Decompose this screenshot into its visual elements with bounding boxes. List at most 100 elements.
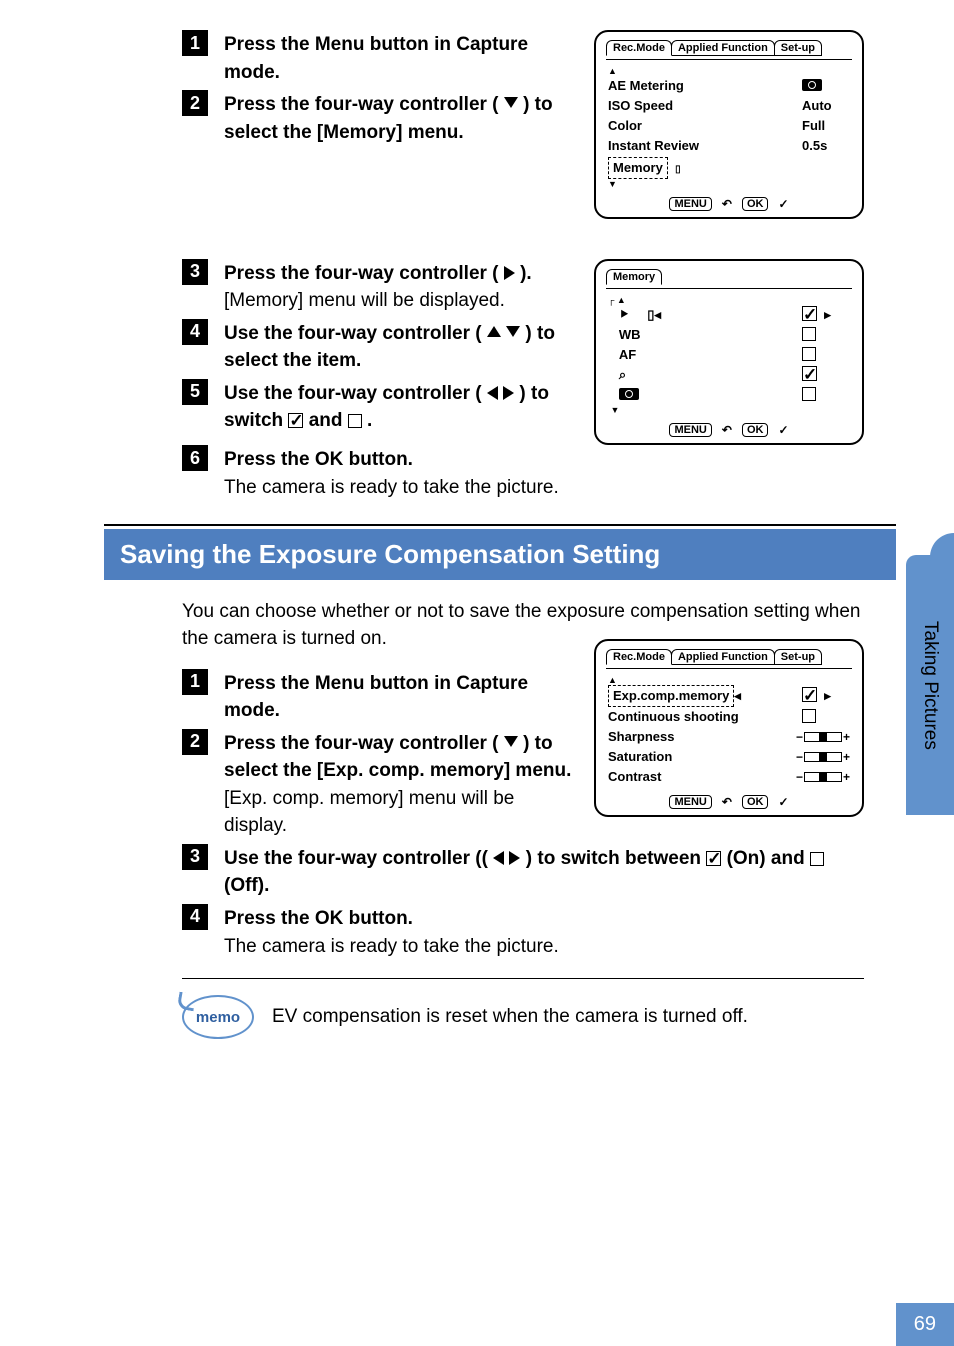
step-6: 6 Press the OK button. The camera is rea…: [182, 445, 864, 501]
check-icon: ✓: [778, 423, 788, 437]
empty-box-icon: [810, 852, 824, 866]
step-2: 2 Press the four-way controller ( ) to s…: [182, 90, 574, 146]
step-number: 4: [182, 904, 208, 930]
section-heading: Saving the Exposure Compensation Setting: [104, 524, 896, 580]
menu-button-label: MENU: [669, 795, 711, 809]
check-icon: ✓: [778, 795, 788, 809]
menu-row: AE Metering: [608, 76, 850, 96]
menu-row: ColorFull: [608, 116, 850, 136]
step-4: 4 Use the four-way controller ( ) to sel…: [182, 319, 574, 375]
checked-box-icon: [802, 306, 817, 321]
slider: −+: [796, 728, 850, 747]
step-instruction: Use the four-way controller (( ) to swit…: [224, 848, 824, 897]
left-triangle-icon: [487, 386, 498, 400]
menu-button-label: MENU: [669, 423, 711, 437]
step-instruction: Press the OK button.: [224, 449, 413, 470]
menu-row: Instant Review0.5s: [608, 136, 850, 156]
menu-row-selected: Memory ▯: [608, 157, 850, 179]
checked-box-icon: [802, 366, 817, 381]
menu-row-selected: Exp.comp.memory◂ ▸: [608, 685, 850, 707]
tab-applied-function: Applied Function: [671, 649, 775, 665]
menu-row: Saturation−+: [608, 747, 850, 767]
tab-set-up: Set-up: [774, 40, 822, 56]
step-body: [Memory] menu will be displayed.: [224, 287, 574, 315]
ok-button-label: OK: [742, 423, 769, 437]
metering-icon: [802, 79, 822, 91]
side-tab: Taking Pictures: [906, 555, 954, 805]
slider: −+: [796, 748, 850, 767]
ok-button-label: OK: [742, 197, 769, 211]
checked-box-icon: [802, 687, 817, 702]
step-number: 5: [182, 379, 208, 405]
tab-rec-mode: Rec.Mode: [606, 40, 672, 56]
back-icon: ↶: [722, 423, 732, 437]
checked-box-icon: [288, 413, 303, 428]
empty-box-icon: [802, 709, 816, 723]
empty-box-icon: [348, 414, 362, 428]
menu-button-label: MENU: [669, 197, 711, 211]
step-number: 4: [182, 319, 208, 345]
step-number: 6: [182, 445, 208, 471]
back-icon: ↶: [722, 795, 732, 809]
ok-button-label: OK: [742, 795, 769, 809]
empty-box-icon: [802, 327, 816, 341]
step-1: 1 Press the Menu button in Capture mode.: [182, 30, 574, 86]
step-number: 1: [182, 30, 208, 56]
menu-row: Continuous shooting: [608, 707, 850, 727]
step-body: The camera is ready to take the picture.: [224, 474, 864, 502]
down-triangle-icon: [504, 97, 518, 108]
step-number: 3: [182, 844, 208, 870]
metering-icon: [619, 388, 639, 400]
tab-set-up: Set-up: [774, 649, 822, 665]
step-b1: 1 Press the Menu button in Capture mode.: [182, 669, 574, 725]
step-instruction: Press the four-way controller ( ) to sel…: [224, 733, 571, 782]
memo-text: EV compensation is reset when the camera…: [272, 1003, 748, 1031]
step-5: 5 Use the four-way controller ( ) to swi…: [182, 379, 574, 435]
step-instruction: Press the Menu button in Capture mode.: [224, 673, 528, 722]
empty-box-icon: [802, 347, 816, 361]
step-body: The camera is ready to take the picture.: [224, 933, 864, 961]
step-number: 1: [182, 669, 208, 695]
scroll-up-icon: [608, 675, 617, 685]
tab-memory: Memory: [606, 269, 662, 285]
memo-badge: memo: [182, 995, 254, 1039]
lcd-screen-rec-mode: Rec.Mode Applied Function Set-up AE Mete…: [594, 30, 864, 219]
step-number: 3: [182, 259, 208, 285]
step-3: 3 Press the four-way controller ( ). [Me…: [182, 259, 574, 315]
lcd-screen-memory: Memory ┌ ▲ ⯈ ▯◂ ▸ WB AF ⌕ ▼ MENU↶ OK✓: [594, 259, 864, 446]
left-triangle-icon: [493, 851, 504, 865]
lcd-screen-exp-comp: Rec.Mode Applied Function Set-up Exp.com…: [594, 639, 864, 818]
menu-row: Sharpness−+: [608, 727, 850, 747]
step-body: [Exp. comp. memory] menu will be display…: [224, 785, 574, 840]
step-b3: 3 Use the four-way controller (( ) to sw…: [182, 844, 864, 900]
step-instruction: Press the four-way controller ( ) to sel…: [224, 94, 553, 143]
up-triangle-icon: [487, 326, 501, 337]
step-number: 2: [182, 90, 208, 116]
step-b2: 2 Press the four-way controller ( ) to s…: [182, 729, 574, 840]
section-title: Saving the Exposure Compensation Setting: [104, 529, 896, 580]
empty-box-icon: [802, 387, 816, 401]
down-triangle-icon: [504, 736, 518, 747]
step-instruction: Press the OK button.: [224, 908, 413, 929]
menu-row: Contrast−+: [608, 767, 850, 787]
tab-applied-function: Applied Function: [671, 40, 775, 56]
check-icon: ✓: [778, 197, 788, 211]
right-triangle-icon: [509, 851, 520, 865]
side-tab-label: Taking Pictures: [919, 621, 941, 750]
right-triangle-icon: [503, 386, 514, 400]
menu-row: ISO SpeedAuto: [608, 96, 850, 116]
scroll-up-icon: [608, 66, 617, 76]
step-instruction: Use the four-way controller ( ) to switc…: [224, 383, 549, 432]
scroll-down-icon: [608, 179, 617, 189]
step-instruction: Press the Menu button in Capture mode.: [224, 34, 528, 83]
step-instruction: Use the four-way controller ( ) to selec…: [224, 323, 555, 372]
step-instruction: Press the four-way controller ( ).: [224, 263, 532, 284]
back-icon: ↶: [722, 197, 732, 211]
checked-box-icon: [706, 851, 721, 866]
step-number: 2: [182, 729, 208, 755]
slider: −+: [796, 768, 850, 787]
step-b4: 4 Press the OK button. The camera is rea…: [182, 904, 864, 960]
page-number: 69: [896, 1303, 954, 1346]
tab-rec-mode: Rec.Mode: [606, 649, 672, 665]
down-triangle-icon: [506, 326, 520, 337]
